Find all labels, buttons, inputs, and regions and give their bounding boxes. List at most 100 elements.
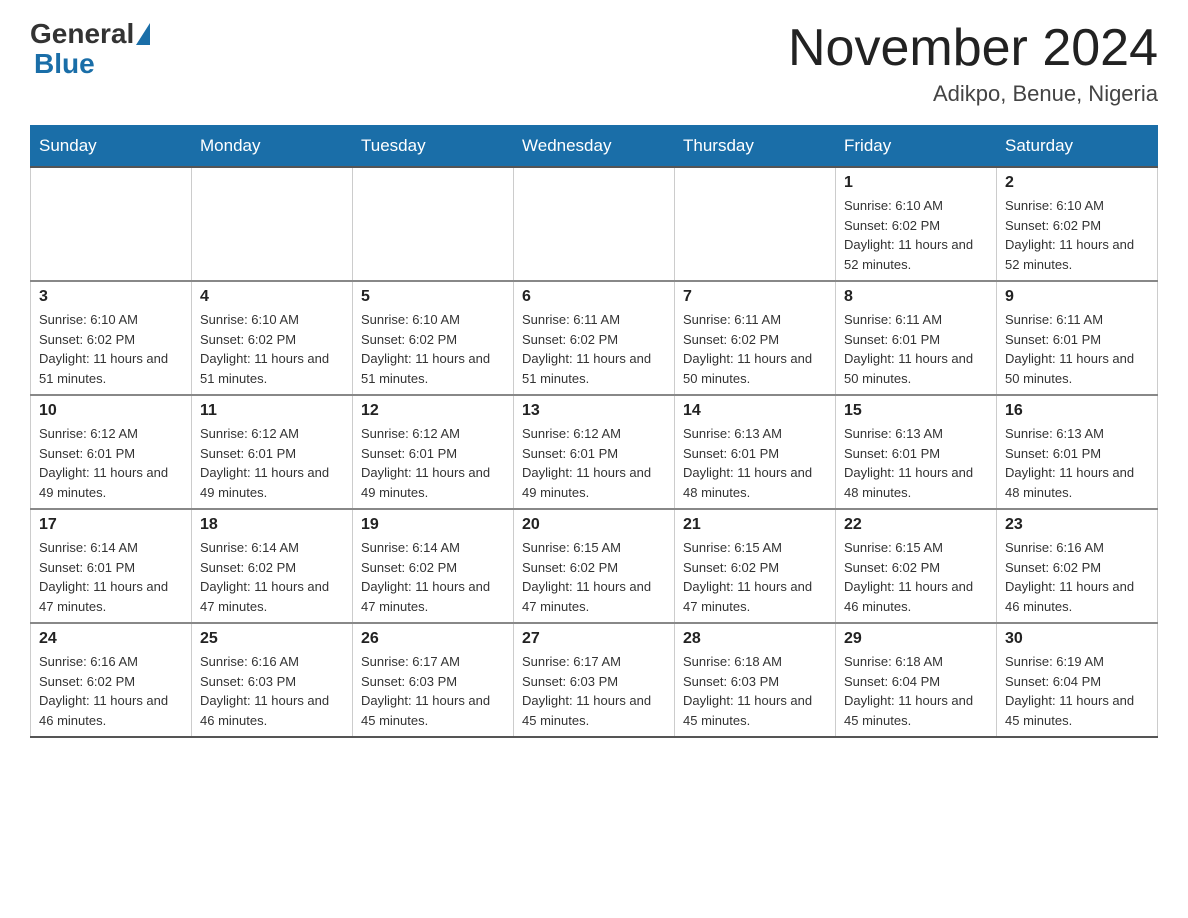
day-number: 19: [361, 516, 505, 534]
calendar-cell: [31, 167, 192, 281]
day-number: 18: [200, 516, 344, 534]
day-number: 16: [1005, 402, 1149, 420]
day-info: Sunrise: 6:10 AMSunset: 6:02 PMDaylight:…: [39, 310, 183, 388]
day-info: Sunrise: 6:17 AMSunset: 6:03 PMDaylight:…: [361, 652, 505, 730]
day-number: 21: [683, 516, 827, 534]
calendar-header-friday: Friday: [836, 126, 997, 168]
calendar-week-row: 1 Sunrise: 6:10 AMSunset: 6:02 PMDaylight…: [31, 167, 1158, 281]
day-info: Sunrise: 6:13 AMSunset: 6:01 PMDaylight:…: [1005, 424, 1149, 502]
calendar-cell: 24 Sunrise: 6:16 AMSunset: 6:02 PMDayligh…: [31, 623, 192, 737]
logo-triangle-icon: [136, 23, 150, 45]
day-number: 13: [522, 402, 666, 420]
calendar-cell: 29 Sunrise: 6:18 AMSunset: 6:04 PMDayligh…: [836, 623, 997, 737]
day-info: Sunrise: 6:12 AMSunset: 6:01 PMDaylight:…: [361, 424, 505, 502]
calendar-cell: [353, 167, 514, 281]
day-info: Sunrise: 6:11 AMSunset: 6:01 PMDaylight:…: [1005, 310, 1149, 388]
calendar-week-row: 17 Sunrise: 6:14 AMSunset: 6:01 PMDayligh…: [31, 509, 1158, 623]
day-number: 1: [844, 174, 988, 192]
day-info: Sunrise: 6:14 AMSunset: 6:02 PMDaylight:…: [200, 538, 344, 616]
calendar-cell: 6 Sunrise: 6:11 AMSunset: 6:02 PMDaylight…: [514, 281, 675, 395]
day-number: 3: [39, 288, 183, 306]
day-info: Sunrise: 6:16 AMSunset: 6:03 PMDaylight:…: [200, 652, 344, 730]
day-info: Sunrise: 6:12 AMSunset: 6:01 PMDaylight:…: [200, 424, 344, 502]
day-number: 11: [200, 402, 344, 420]
calendar-cell: [514, 167, 675, 281]
day-info: Sunrise: 6:16 AMSunset: 6:02 PMDaylight:…: [1005, 538, 1149, 616]
day-info: Sunrise: 6:15 AMSunset: 6:02 PMDaylight:…: [844, 538, 988, 616]
calendar-cell: 25Sunrise: 6:16 AMSunset: 6:03 PMDayligh…: [192, 623, 353, 737]
calendar-cell: [192, 167, 353, 281]
day-number: 27: [522, 630, 666, 648]
calendar-table: SundayMondayTuesdayWednesdayThursdayFrid…: [30, 125, 1158, 738]
day-info: Sunrise: 6:17 AMSunset: 6:03 PMDaylight:…: [522, 652, 666, 730]
calendar-cell: 10 Sunrise: 6:12 AMSunset: 6:01 PMDayligh…: [31, 395, 192, 509]
day-info: Sunrise: 6:13 AMSunset: 6:01 PMDaylight:…: [683, 424, 827, 502]
calendar-cell: 11 Sunrise: 6:12 AMSunset: 6:01 PMDayligh…: [192, 395, 353, 509]
day-info: Sunrise: 6:12 AMSunset: 6:01 PMDaylight:…: [522, 424, 666, 502]
day-number: 17: [39, 516, 183, 534]
day-info: Sunrise: 6:10 AMSunset: 6:02 PMDaylight:…: [1005, 196, 1149, 274]
logo: General Blue: [30, 20, 152, 80]
calendar-cell: 4 Sunrise: 6:10 AMSunset: 6:02 PMDaylight…: [192, 281, 353, 395]
calendar-cell: [675, 167, 836, 281]
calendar-header-sunday: Sunday: [31, 126, 192, 168]
calendar-cell: 23 Sunrise: 6:16 AMSunset: 6:02 PMDayligh…: [997, 509, 1158, 623]
calendar-header-row: SundayMondayTuesdayWednesdayThursdayFrid…: [31, 126, 1158, 168]
calendar-cell: 28Sunrise: 6:18 AMSunset: 6:03 PMDayligh…: [675, 623, 836, 737]
calendar-week-row: 24 Sunrise: 6:16 AMSunset: 6:02 PMDayligh…: [31, 623, 1158, 737]
calendar-cell: 5Sunrise: 6:10 AMSunset: 6:02 PMDaylight…: [353, 281, 514, 395]
day-number: 7: [683, 288, 827, 306]
day-info: Sunrise: 6:12 AMSunset: 6:01 PMDaylight:…: [39, 424, 183, 502]
calendar-header-monday: Monday: [192, 126, 353, 168]
calendar-cell: 8 Sunrise: 6:11 AMSunset: 6:01 PMDaylight…: [836, 281, 997, 395]
title-area: November 2024 Adikpo, Benue, Nigeria: [788, 20, 1158, 107]
calendar-cell: 19 Sunrise: 6:14 AMSunset: 6:02 PMDayligh…: [353, 509, 514, 623]
day-info: Sunrise: 6:11 AMSunset: 6:01 PMDaylight:…: [844, 310, 988, 388]
day-info: Sunrise: 6:15 AMSunset: 6:02 PMDaylight:…: [522, 538, 666, 616]
calendar-cell: 30Sunrise: 6:19 AMSunset: 6:04 PMDayligh…: [997, 623, 1158, 737]
day-number: 14: [683, 402, 827, 420]
day-number: 15: [844, 402, 988, 420]
calendar-cell: 1 Sunrise: 6:10 AMSunset: 6:02 PMDaylight…: [836, 167, 997, 281]
calendar-cell: 20 Sunrise: 6:15 AMSunset: 6:02 PMDayligh…: [514, 509, 675, 623]
calendar-cell: 2 Sunrise: 6:10 AMSunset: 6:02 PMDaylight…: [997, 167, 1158, 281]
day-info: Sunrise: 6:11 AMSunset: 6:02 PMDaylight:…: [683, 310, 827, 388]
day-info: Sunrise: 6:14 AMSunset: 6:02 PMDaylight:…: [361, 538, 505, 616]
calendar-header-wednesday: Wednesday: [514, 126, 675, 168]
calendar-cell: 27 Sunrise: 6:17 AMSunset: 6:03 PMDayligh…: [514, 623, 675, 737]
calendar-cell: 21 Sunrise: 6:15 AMSunset: 6:02 PMDayligh…: [675, 509, 836, 623]
day-number: 23: [1005, 516, 1149, 534]
calendar-header-thursday: Thursday: [675, 126, 836, 168]
calendar-cell: 9Sunrise: 6:11 AMSunset: 6:01 PMDaylight…: [997, 281, 1158, 395]
day-number: 20: [522, 516, 666, 534]
day-number: 5: [361, 288, 505, 306]
calendar-cell: 13 Sunrise: 6:12 AMSunset: 6:01 PMDayligh…: [514, 395, 675, 509]
logo-general-text: General: [30, 20, 134, 48]
day-info: Sunrise: 6:16 AMSunset: 6:02 PMDaylight:…: [39, 652, 183, 730]
day-number: 10: [39, 402, 183, 420]
day-info: Sunrise: 6:10 AMSunset: 6:02 PMDaylight:…: [844, 196, 988, 274]
day-info: Sunrise: 6:13 AMSunset: 6:01 PMDaylight:…: [844, 424, 988, 502]
calendar-cell: 17 Sunrise: 6:14 AMSunset: 6:01 PMDayligh…: [31, 509, 192, 623]
calendar-cell: 12Sunrise: 6:12 AMSunset: 6:01 PMDayligh…: [353, 395, 514, 509]
calendar-cell: 22Sunrise: 6:15 AMSunset: 6:02 PMDayligh…: [836, 509, 997, 623]
day-info: Sunrise: 6:18 AMSunset: 6:04 PMDaylight:…: [844, 652, 988, 730]
calendar-header-saturday: Saturday: [997, 126, 1158, 168]
logo-blue-text: Blue: [34, 48, 95, 79]
day-info: Sunrise: 6:11 AMSunset: 6:02 PMDaylight:…: [522, 310, 666, 388]
day-number: 2: [1005, 174, 1149, 192]
day-number: 28: [683, 630, 827, 648]
day-number: 4: [200, 288, 344, 306]
header: General Blue November 2024 Adikpo, Benue…: [30, 20, 1158, 107]
day-number: 6: [522, 288, 666, 306]
day-number: 8: [844, 288, 988, 306]
day-info: Sunrise: 6:14 AMSunset: 6:01 PMDaylight:…: [39, 538, 183, 616]
calendar-cell: 3 Sunrise: 6:10 AMSunset: 6:02 PMDaylight…: [31, 281, 192, 395]
day-info: Sunrise: 6:15 AMSunset: 6:02 PMDaylight:…: [683, 538, 827, 616]
day-number: 24: [39, 630, 183, 648]
day-number: 29: [844, 630, 988, 648]
calendar-cell: 15 Sunrise: 6:13 AMSunset: 6:01 PMDayligh…: [836, 395, 997, 509]
calendar-cell: 7 Sunrise: 6:11 AMSunset: 6:02 PMDaylight…: [675, 281, 836, 395]
day-number: 30: [1005, 630, 1149, 648]
day-info: Sunrise: 6:10 AMSunset: 6:02 PMDaylight:…: [200, 310, 344, 388]
